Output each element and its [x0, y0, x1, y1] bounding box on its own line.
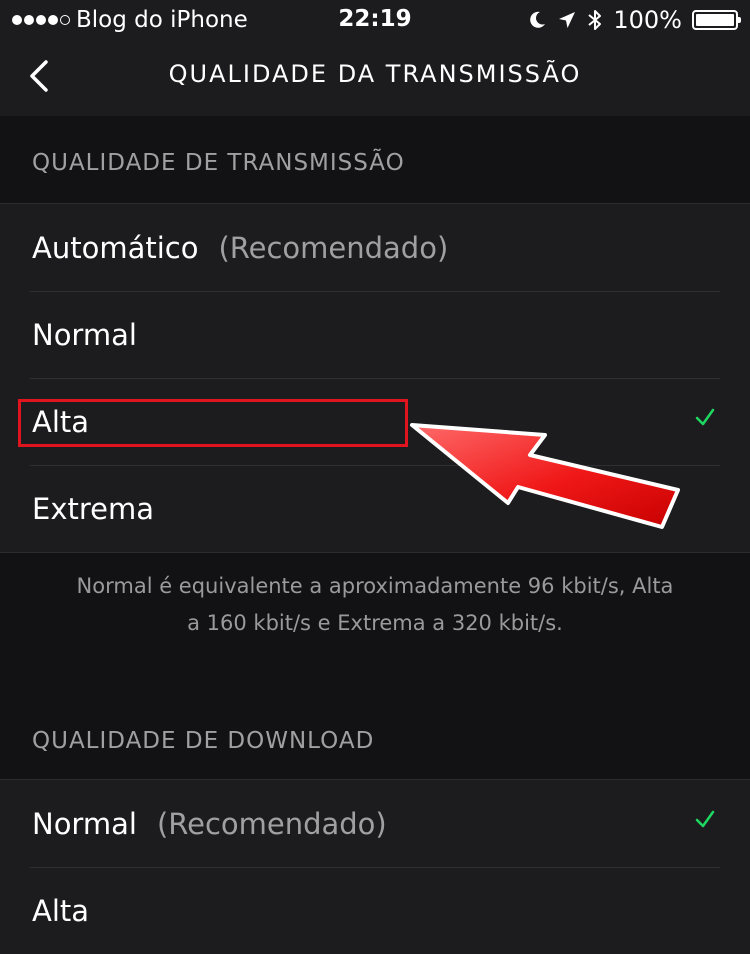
option-label: Normal: [32, 317, 137, 352]
footnote-line-1: Normal é equivalente a aproximadamente 9…: [76, 574, 674, 598]
highlight-box: [18, 399, 408, 447]
download-section-header: QUALIDADE DE DOWNLOAD: [32, 728, 375, 754]
option-label: Alta: [32, 893, 90, 928]
red-arrow-icon: [410, 423, 680, 529]
option-normal[interactable]: Normal: [0, 291, 750, 378]
checkmark-icon: [695, 408, 715, 426]
bluetooth-icon: [588, 10, 602, 30]
nav-bar: QUALIDADE DA TRANSMISSÃO: [0, 40, 750, 116]
footnote-line-2: a 160 kbit/s e Extrema a 320 kbit/s.: [187, 611, 563, 635]
option-automatico[interactable]: Automático (Recomendado): [0, 204, 750, 291]
status-bar: Blog do iPhone 22:19 100%: [0, 0, 750, 40]
checkmark-icon: [695, 810, 715, 828]
option-download-normal[interactable]: Normal (Recomendado): [0, 780, 750, 867]
location-arrow-icon: [559, 12, 576, 28]
status-right: 100%: [527, 6, 741, 34]
option-label: Automático: [32, 230, 199, 265]
download-quality-list: Normal (Recomendado) Alta: [0, 779, 750, 954]
option-label: Normal: [32, 806, 137, 841]
option-note: (Recomendado): [156, 806, 387, 841]
streaming-section-header: QUALIDADE DE TRANSMISSÃO: [32, 150, 405, 176]
battery-icon: [692, 10, 741, 30]
option-label: Extrema: [32, 491, 155, 526]
moon-icon: [530, 11, 546, 28]
page-title: QUALIDADE DA TRANSMISSÃO: [168, 60, 582, 88]
option-download-alta[interactable]: Alta: [0, 867, 750, 954]
battery-percent: 100%: [613, 6, 682, 34]
streaming-quality-footnote: Normal é equivalente a aproximadamente 9…: [0, 568, 750, 642]
option-note: (Recomendado): [218, 230, 449, 265]
